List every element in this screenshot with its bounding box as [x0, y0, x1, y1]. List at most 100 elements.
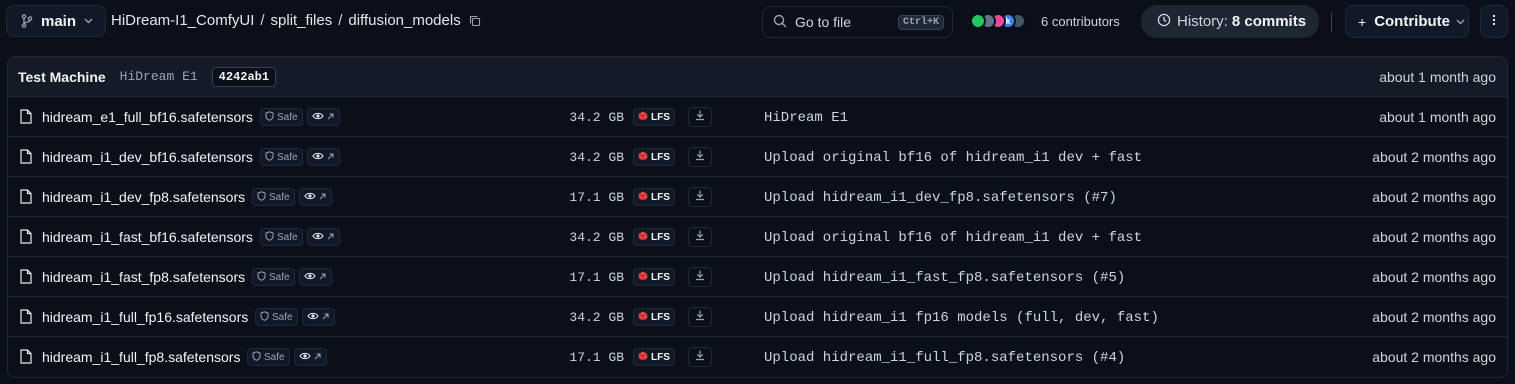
safe-badge: Safe — [252, 268, 295, 286]
last-commit-header: Test Machine HiDream E1 4242ab1 about 1 … — [8, 57, 1507, 97]
file-name-link[interactable]: hidream_i1_fast_bf16.safetensors — [42, 229, 253, 245]
table-row[interactable]: hidream_i1_dev_fp8.safetensors Safe 17.1… — [8, 177, 1507, 217]
file-viewer-button[interactable] — [306, 228, 340, 246]
lfs-badge[interactable]: LFS — [633, 348, 675, 366]
commit-date: about 1 month ago — [1379, 69, 1496, 85]
shield-icon — [260, 310, 269, 324]
file-viewer-button[interactable] — [306, 148, 340, 166]
file-badges: Safe — [255, 308, 335, 326]
file-icon — [20, 269, 32, 289]
lfs-label: LFS — [651, 231, 670, 243]
lfs-badge[interactable]: LFS — [633, 188, 675, 206]
table-row[interactable]: hidream_e1_full_bf16.safetensors Safe 34… — [8, 97, 1507, 137]
file-size: 17.1 GB — [569, 270, 624, 285]
download-icon — [694, 308, 706, 326]
file-viewer-button[interactable] — [306, 108, 340, 126]
table-row[interactable]: hidream_i1_fast_bf16.safetensors Safe 34… — [8, 217, 1507, 257]
download-button[interactable] — [688, 147, 712, 167]
file-name-link[interactable]: hidream_i1_full_fp16.safetensors — [42, 309, 248, 325]
contributors-link[interactable]: 6 contributors — [1041, 14, 1120, 29]
file-size: 34.2 GB — [569, 150, 624, 165]
lfs-badge[interactable]: LFS — [633, 108, 675, 126]
file-commit-date: about 2 months ago — [1372, 189, 1496, 205]
lfs-badge[interactable]: LFS — [633, 268, 675, 286]
eye-icon — [303, 188, 316, 206]
commit-author[interactable]: Test Machine — [18, 69, 106, 85]
table-row[interactable]: hidream_i1_full_fp16.safetensors Safe 34… — [8, 297, 1507, 337]
download-button[interactable] — [688, 227, 712, 247]
file-icon — [20, 309, 32, 329]
safe-label: Safe — [277, 111, 298, 123]
commit-sha-badge[interactable]: 4242ab1 — [211, 66, 277, 87]
file-commit-message[interactable]: Upload hidream_i1_fast_fp8.safetensors (… — [764, 270, 1125, 286]
breadcrumb-folder-link[interactable]: split_files — [271, 12, 333, 29]
download-button[interactable] — [688, 107, 712, 127]
file-name-link[interactable]: hidream_i1_dev_fp8.safetensors — [42, 189, 245, 205]
file-viewer-button[interactable] — [298, 188, 332, 206]
file-viewer-button[interactable] — [293, 348, 327, 366]
contributor-avatars[interactable]: k — [970, 13, 1026, 29]
file-name-link[interactable]: hidream_i1_full_fp8.safetensors — [42, 349, 240, 365]
branch-selector-button[interactable]: main — [6, 5, 107, 37]
breadcrumb: HiDream-I1_ComfyUI / split_files / diffu… — [111, 12, 481, 29]
search-label: Go to file — [795, 14, 852, 30]
lfs-label: LFS — [651, 151, 670, 163]
more-options-button[interactable] — [1480, 5, 1508, 38]
file-commit-message[interactable]: Upload original bf16 of hidream_i1 dev +… — [764, 150, 1142, 166]
safe-badge: Safe — [252, 188, 295, 206]
file-icon — [20, 109, 32, 129]
file-viewer-button[interactable] — [301, 308, 335, 326]
download-button[interactable] — [688, 347, 712, 367]
eye-icon — [303, 268, 316, 286]
safe-badge: Safe — [247, 348, 290, 366]
file-list: hidream_e1_full_bf16.safetensors Safe 34… — [8, 97, 1507, 377]
external-arrow-icon — [318, 188, 327, 206]
chevron-down-icon — [1456, 19, 1465, 25]
file-commit-message[interactable]: Upload hidream_i1_dev_fp8.safetensors (#… — [764, 190, 1117, 206]
file-size: 17.1 GB — [569, 190, 624, 205]
file-commit-message[interactable]: HiDream E1 — [764, 110, 848, 126]
download-icon — [694, 228, 706, 246]
commit-message[interactable]: HiDream E1 — [120, 69, 198, 84]
lfs-badge[interactable]: LFS — [633, 228, 675, 246]
table-row[interactable]: hidream_i1_fast_fp8.safetensors Safe 17.… — [8, 257, 1507, 297]
file-viewer-button[interactable] — [298, 268, 332, 286]
table-row[interactable]: hidream_i1_full_fp8.safetensors Safe 17.… — [8, 337, 1507, 377]
copy-icon[interactable] — [469, 15, 481, 27]
contributor-avatar[interactable] — [970, 13, 986, 29]
safe-label: Safe — [272, 311, 293, 323]
lfs-label: LFS — [651, 191, 670, 203]
contribute-label: Contribute — [1374, 13, 1451, 30]
download-button[interactable] — [688, 267, 712, 287]
file-icon — [20, 349, 32, 369]
download-button[interactable] — [688, 187, 712, 207]
safe-label: Safe — [277, 151, 298, 163]
lfs-badge[interactable]: LFS — [633, 148, 675, 166]
file-commit-date: about 2 months ago — [1372, 229, 1496, 245]
file-commit-date: about 2 months ago — [1372, 349, 1496, 365]
contribute-button[interactable]: + Contribute — [1345, 5, 1469, 38]
download-button[interactable] — [688, 307, 712, 327]
lfs-cube-icon — [638, 191, 648, 204]
file-commit-message[interactable]: Upload hidream_i1 fp16 models (full, dev… — [764, 310, 1159, 326]
go-to-file-search[interactable]: Go to file Ctrl+K — [762, 6, 953, 38]
external-arrow-icon — [321, 308, 330, 326]
safe-label: Safe — [277, 231, 298, 243]
lfs-label: LFS — [651, 311, 670, 323]
table-row[interactable]: hidream_i1_dev_bf16.safetensors Safe 34.… — [8, 137, 1507, 177]
clock-icon — [1157, 13, 1177, 31]
safe-badge: Safe — [260, 148, 303, 166]
file-commit-date: about 2 months ago — [1372, 269, 1496, 285]
eye-icon — [311, 148, 324, 166]
file-name-link[interactable]: hidream_e1_full_bf16.safetensors — [42, 109, 253, 125]
file-name-link[interactable]: hidream_i1_fast_fp8.safetensors — [42, 269, 245, 285]
branch-label: main — [41, 12, 77, 30]
lfs-badge[interactable]: LFS — [633, 308, 675, 326]
file-size: 34.2 GB — [569, 110, 624, 125]
file-name-link[interactable]: hidream_i1_dev_bf16.safetensors — [42, 149, 253, 165]
file-commit-message[interactable]: Upload original bf16 of hidream_i1 dev +… — [764, 230, 1142, 246]
lfs-cube-icon — [638, 271, 648, 284]
file-commit-message[interactable]: Upload hidream_i1_full_fp8.safetensors (… — [764, 350, 1125, 366]
breadcrumb-repo-link[interactable]: HiDream-I1_ComfyUI — [111, 12, 254, 29]
history-button[interactable]: History: 8 commits — [1141, 5, 1319, 38]
